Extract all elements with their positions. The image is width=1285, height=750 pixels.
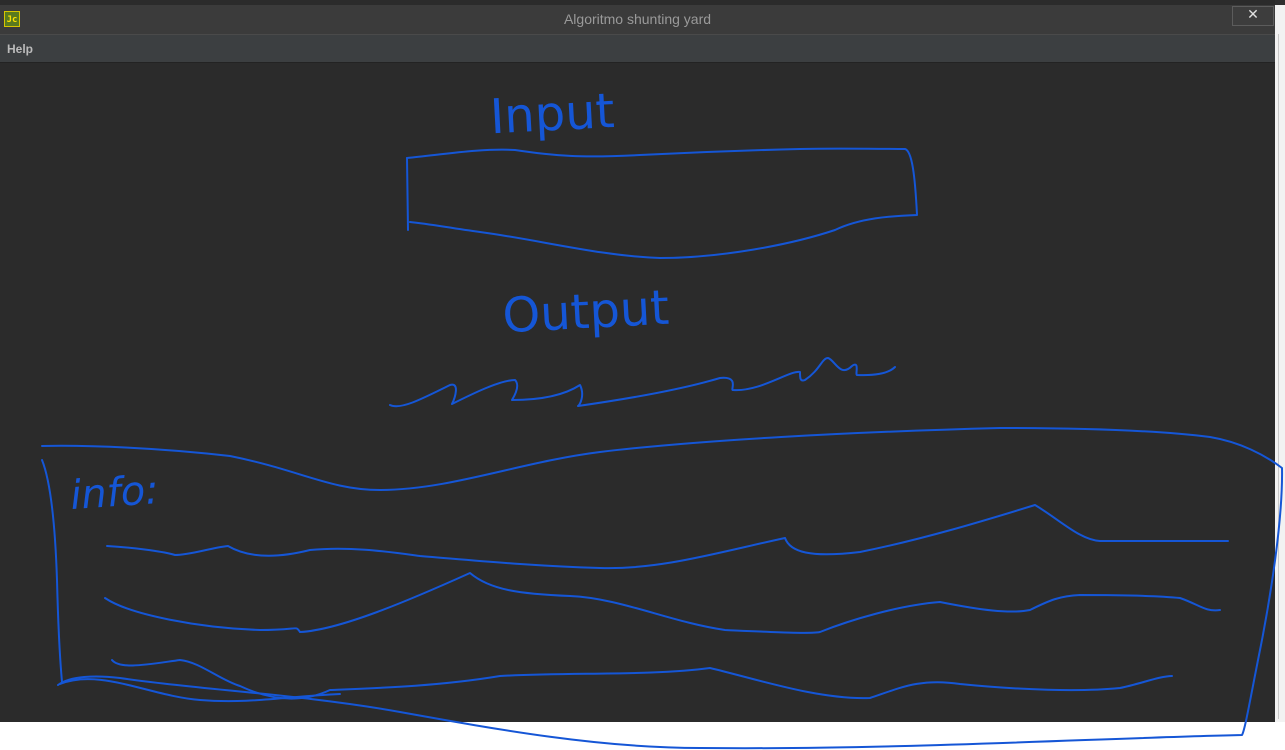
title-bar[interactable]: Jc Algoritmo shunting yard ✕ — [0, 5, 1275, 34]
app-window: Jc Algoritmo shunting yard ✕ Help — [0, 0, 1275, 722]
window-right-edge — [1275, 5, 1285, 722]
menu-item-help[interactable]: Help — [7, 35, 33, 62]
menu-bar: Help — [0, 34, 1275, 63]
close-icon: ✕ — [1247, 7, 1259, 23]
close-button[interactable]: ✕ — [1232, 6, 1274, 26]
window-right-border — [1278, 34, 1279, 719]
window-title: Algoritmo shunting yard — [563, 11, 712, 27]
